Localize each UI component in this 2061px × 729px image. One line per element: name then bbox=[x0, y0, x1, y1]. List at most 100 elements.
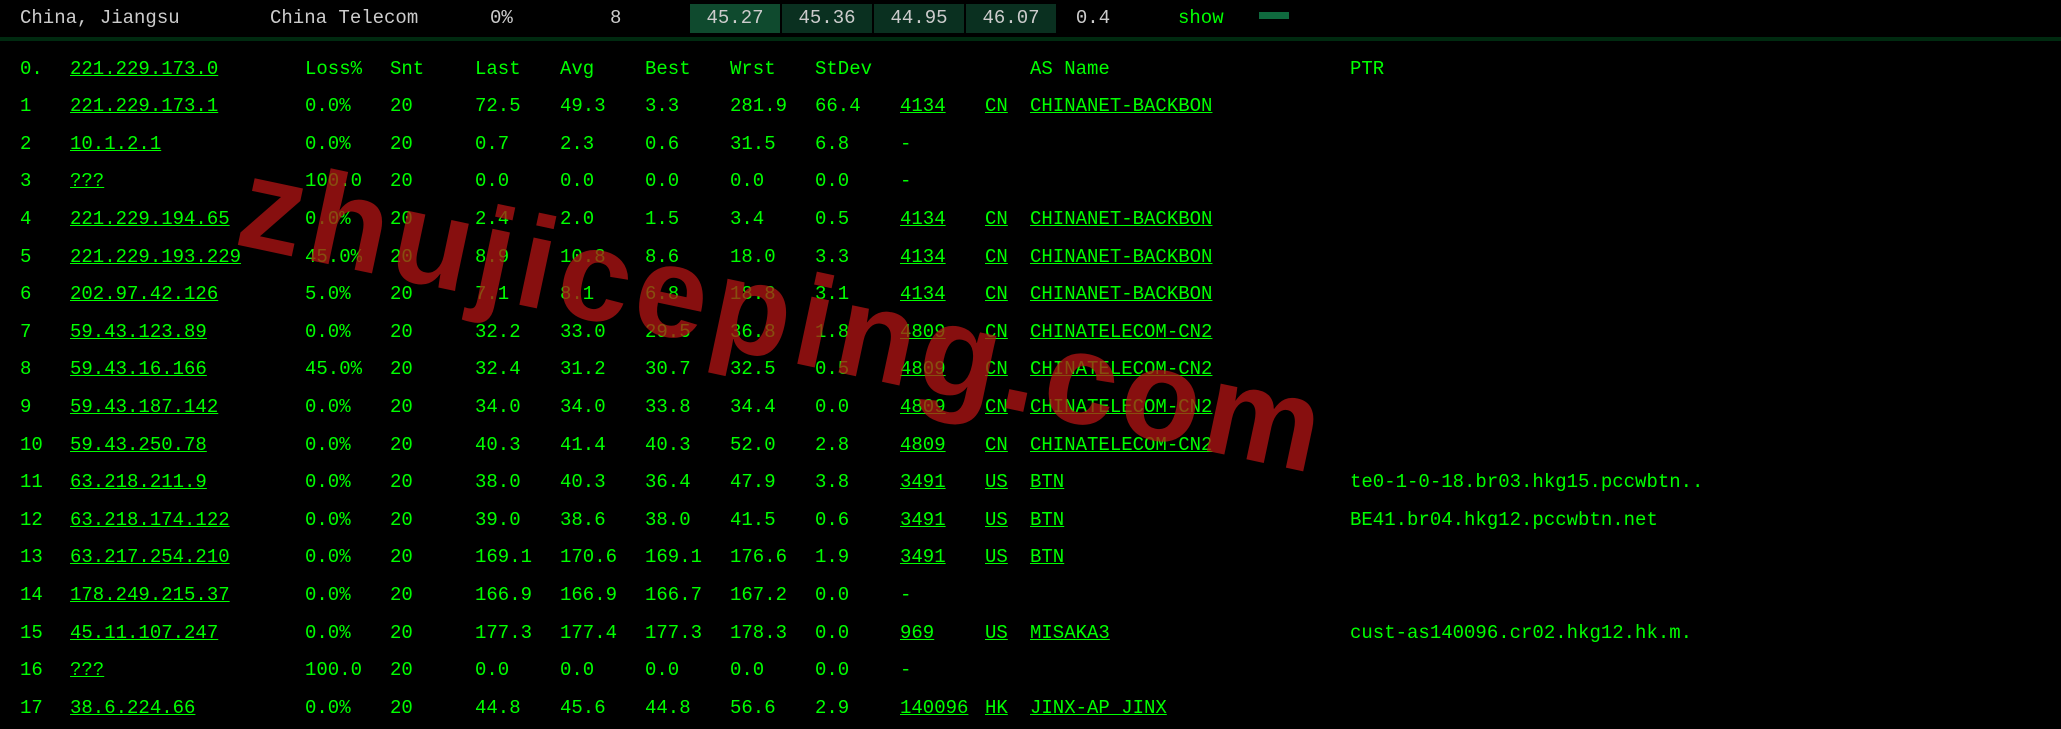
cell-cc[interactable]: CN bbox=[985, 351, 1030, 389]
cell-asname[interactable]: CHINATELECOM-CN2 bbox=[1030, 314, 1350, 352]
cell-stdev: 1.8 bbox=[815, 314, 900, 352]
show-link[interactable]: show bbox=[1178, 4, 1224, 33]
col-host: 221.229.173.0 bbox=[70, 51, 305, 89]
probe-header: China, Jiangsu China Telecom 0% 8 45.27 … bbox=[0, 0, 2061, 37]
probe-z: 0.4 bbox=[1058, 4, 1128, 33]
cell-as[interactable]: 3491 bbox=[900, 539, 985, 577]
cell-asname[interactable]: CHINANET-BACKBON bbox=[1030, 276, 1350, 314]
cell-asname[interactable]: CHINANET-BACKBON bbox=[1030, 88, 1350, 126]
cell-avg: 0.0 bbox=[560, 652, 645, 690]
cell-host[interactable]: 63.218.211.9 bbox=[70, 464, 305, 502]
cell-as[interactable]: 4134 bbox=[900, 201, 985, 239]
cell-asname[interactable]: MISAKA3 bbox=[1030, 615, 1350, 653]
cell-avg: 49.3 bbox=[560, 88, 645, 126]
cell-hop: 13 bbox=[20, 539, 70, 577]
cell-snt: 20 bbox=[390, 126, 475, 164]
cell-loss: 0.0% bbox=[305, 314, 390, 352]
cell-host[interactable]: 59.43.187.142 bbox=[70, 389, 305, 427]
cell-as[interactable]: 4809 bbox=[900, 427, 985, 465]
cell-last: 177.3 bbox=[475, 615, 560, 653]
probe-stat4: 46.07 bbox=[966, 4, 1056, 33]
table-row: 859.43.16.16645.0%2032.431.230.732.50.54… bbox=[20, 351, 2061, 389]
cell-host[interactable]: 63.218.174.122 bbox=[70, 502, 305, 540]
cell-as[interactable]: 140096 bbox=[900, 690, 985, 728]
cell-asname[interactable]: CHINATELECOM-CN2 bbox=[1030, 389, 1350, 427]
cell-as[interactable]: 4809 bbox=[900, 389, 985, 427]
cell-cc[interactable]: CN bbox=[985, 314, 1030, 352]
cell-loss: 0.0% bbox=[305, 615, 390, 653]
cell-snt: 20 bbox=[390, 690, 475, 728]
table-row: 959.43.187.1420.0%2034.034.033.834.40.04… bbox=[20, 389, 2061, 427]
cell-host[interactable]: 38.6.224.66 bbox=[70, 690, 305, 728]
cell-cc[interactable]: CN bbox=[985, 201, 1030, 239]
cell-avg: 0.0 bbox=[560, 163, 645, 201]
cell-asname[interactable]: BTN bbox=[1030, 464, 1350, 502]
cell-host[interactable]: 63.217.254.210 bbox=[70, 539, 305, 577]
cell-host[interactable]: 221.229.193.229 bbox=[70, 239, 305, 277]
cell-hop: 7 bbox=[20, 314, 70, 352]
collapse-bar[interactable] bbox=[1259, 12, 1289, 19]
cell-as[interactable]: 4809 bbox=[900, 351, 985, 389]
table-row: 14178.249.215.370.0%20166.9166.9166.7167… bbox=[20, 577, 2061, 615]
cell-host[interactable]: ??? bbox=[70, 652, 305, 690]
cell-host[interactable]: 59.43.16.166 bbox=[70, 351, 305, 389]
cell-cc[interactable]: US bbox=[985, 502, 1030, 540]
cell-asname[interactable]: CHINATELECOM-CN2 bbox=[1030, 427, 1350, 465]
cell-host[interactable]: 221.229.173.1 bbox=[70, 88, 305, 126]
cell-as[interactable]: 4134 bbox=[900, 239, 985, 277]
cell-cc[interactable]: US bbox=[985, 464, 1030, 502]
cell-best: 33.8 bbox=[645, 389, 730, 427]
cell-stdev: 2.8 bbox=[815, 427, 900, 465]
cell-last: 0.0 bbox=[475, 652, 560, 690]
cell-as[interactable]: 4134 bbox=[900, 276, 985, 314]
cell-cc[interactable]: CN bbox=[985, 389, 1030, 427]
cell-last: 38.0 bbox=[475, 464, 560, 502]
cell-avg: 33.0 bbox=[560, 314, 645, 352]
cell-cc[interactable]: CN bbox=[985, 88, 1030, 126]
cell-host[interactable]: ??? bbox=[70, 163, 305, 201]
cell-snt: 20 bbox=[390, 502, 475, 540]
cell-cc[interactable]: CN bbox=[985, 239, 1030, 277]
cell-best: 6.8 bbox=[645, 276, 730, 314]
cell-host[interactable]: 45.11.107.247 bbox=[70, 615, 305, 653]
cell-host[interactable]: 10.1.2.1 bbox=[70, 126, 305, 164]
cell-best: 0.6 bbox=[645, 126, 730, 164]
cell-last: 8.9 bbox=[475, 239, 560, 277]
cell-snt: 20 bbox=[390, 539, 475, 577]
cell-loss: 0.0% bbox=[305, 464, 390, 502]
col-last: Last bbox=[475, 51, 560, 89]
cell-host[interactable]: 59.43.250.78 bbox=[70, 427, 305, 465]
cell-last: 34.0 bbox=[475, 389, 560, 427]
cell-ptr bbox=[1350, 201, 2061, 239]
cell-asname[interactable]: CHINANET-BACKBON bbox=[1030, 201, 1350, 239]
cell-host[interactable]: 202.97.42.126 bbox=[70, 276, 305, 314]
cell-avg: 8.1 bbox=[560, 276, 645, 314]
cell-asname[interactable]: BTN bbox=[1030, 539, 1350, 577]
cell-asname[interactable]: CHINANET-BACKBON bbox=[1030, 239, 1350, 277]
cell-cc[interactable]: HK bbox=[985, 690, 1030, 728]
col-loss: Loss% bbox=[305, 51, 390, 89]
cell-as[interactable]: 3491 bbox=[900, 464, 985, 502]
cell-as[interactable]: 4134 bbox=[900, 88, 985, 126]
cell-stdev: 0.0 bbox=[815, 615, 900, 653]
cell-host[interactable]: 59.43.123.89 bbox=[70, 314, 305, 352]
cell-asname[interactable]: CHINATELECOM-CN2 bbox=[1030, 351, 1350, 389]
cell-wrst: 167.2 bbox=[730, 577, 815, 615]
cell-avg: 31.2 bbox=[560, 351, 645, 389]
probe-stat1: 45.27 bbox=[690, 4, 780, 33]
cell-host[interactable]: 221.229.194.65 bbox=[70, 201, 305, 239]
cell-loss: 0.0% bbox=[305, 502, 390, 540]
cell-asname[interactable]: BTN bbox=[1030, 502, 1350, 540]
cell-hop: 11 bbox=[20, 464, 70, 502]
cell-as[interactable]: 969 bbox=[900, 615, 985, 653]
cell-cc[interactable]: US bbox=[985, 615, 1030, 653]
cell-stdev: 0.0 bbox=[815, 652, 900, 690]
cell-cc[interactable]: CN bbox=[985, 276, 1030, 314]
cell-cc[interactable]: US bbox=[985, 539, 1030, 577]
cell-as[interactable]: 3491 bbox=[900, 502, 985, 540]
cell-host[interactable]: 178.249.215.37 bbox=[70, 577, 305, 615]
cell-asname[interactable]: JINX-AP JINX bbox=[1030, 690, 1350, 728]
cell-cc[interactable]: CN bbox=[985, 427, 1030, 465]
cell-as[interactable]: 4809 bbox=[900, 314, 985, 352]
col-snt: Snt bbox=[390, 51, 475, 89]
